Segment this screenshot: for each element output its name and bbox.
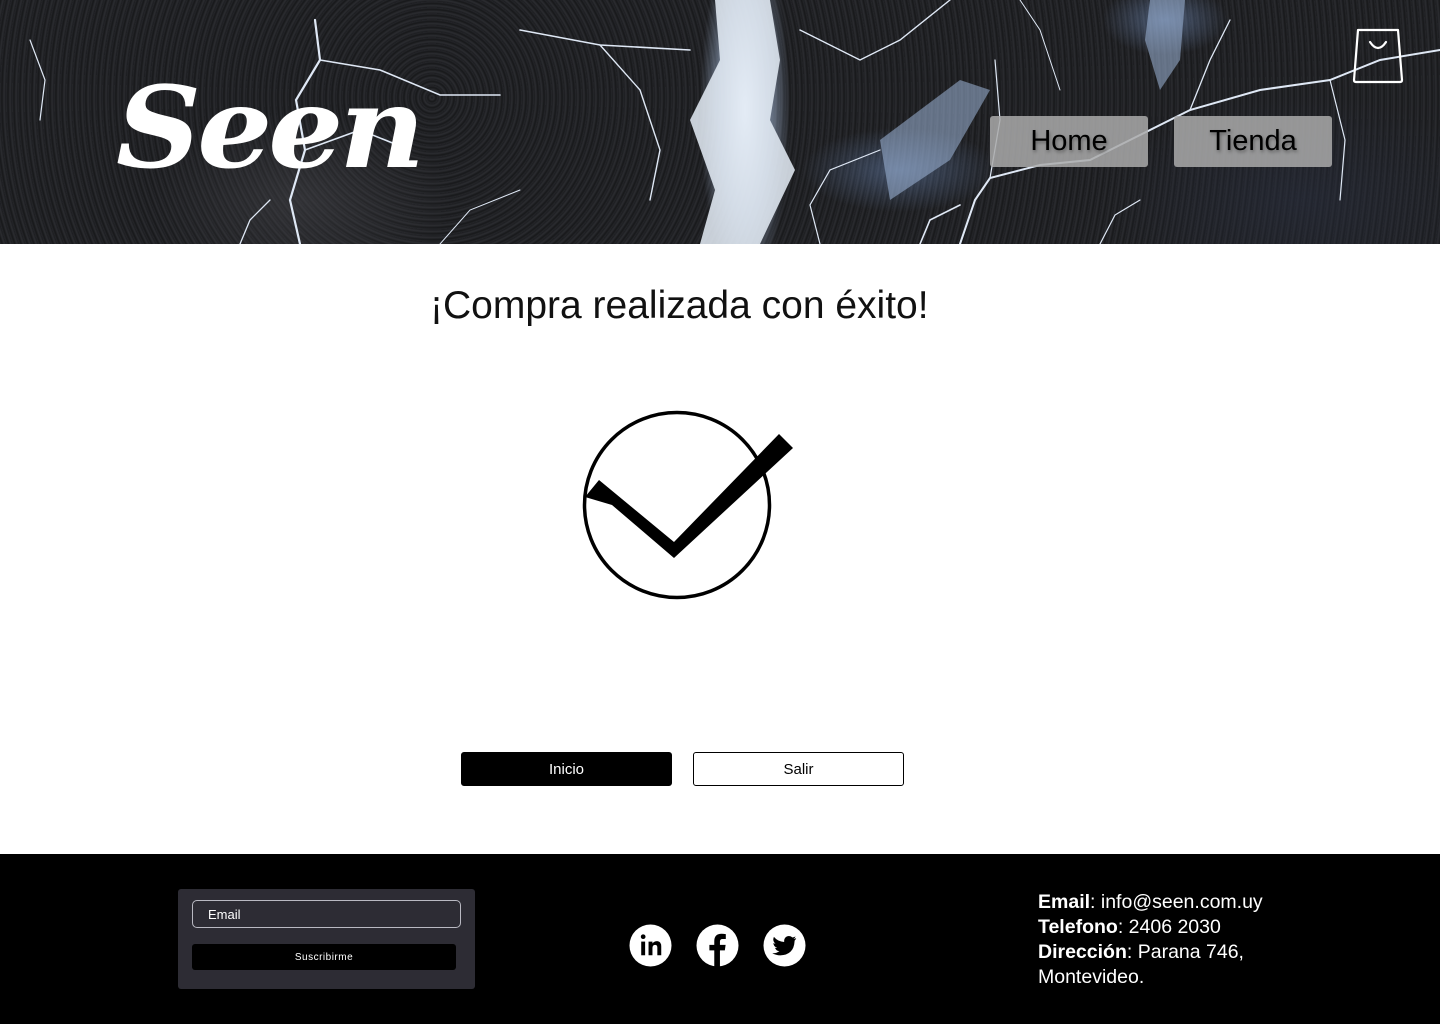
subscribe-button[interactable]: Suscribirme (192, 944, 456, 970)
contact-phone-label: Telefono (1038, 916, 1118, 938)
site-header: Seen Home Tienda (0, 0, 1440, 244)
newsletter-form: Suscribirme (178, 889, 475, 989)
inicio-button[interactable]: Inicio (461, 752, 672, 786)
salir-button[interactable]: Salir (693, 752, 904, 786)
contact-address: Dirección: Parana 746, Montevideo. (1038, 941, 1244, 988)
linkedin-icon[interactable] (629, 924, 672, 967)
contact-phone-value: 2406 2030 (1128, 916, 1221, 938)
nav-tienda-button[interactable]: Tienda (1174, 116, 1332, 167)
check-circle-icon (582, 410, 793, 600)
contact-address-label: Dirección (1038, 941, 1127, 963)
contact-phone: Telefono: 2406 2030 (1038, 916, 1221, 938)
contact-email-value[interactable]: info@seen.com.uy (1101, 891, 1263, 913)
contact-info: Email: info@seen.com.uy Telefono: 2406 2… (1038, 890, 1298, 990)
twitter-icon[interactable] (763, 924, 806, 967)
contact-email-label: Email (1038, 891, 1091, 913)
nav-home-button[interactable]: Home (990, 116, 1148, 167)
contact-email: Email: info@seen.com.uy (1038, 891, 1263, 913)
facebook-icon[interactable] (696, 924, 739, 967)
site-footer: Suscribirme Email: info@seen.com.uy Tele… (0, 854, 1440, 1024)
newsletter-email-input[interactable] (192, 900, 461, 928)
page-title: ¡Compra realizada con éxito! (430, 284, 929, 327)
site-logo[interactable]: Seen (116, 62, 425, 195)
shopping-bag-icon[interactable] (1350, 24, 1406, 86)
